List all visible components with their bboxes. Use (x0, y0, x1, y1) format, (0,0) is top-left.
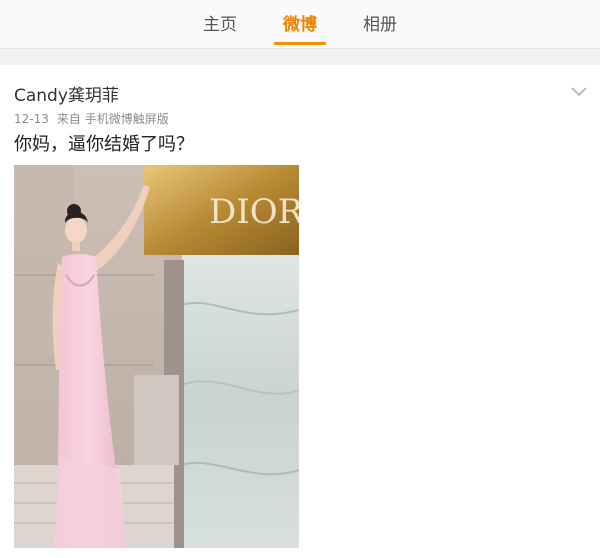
weibo-profile-page: 主页 微博 相册 Candy龚玥菲 12-13 来自 手机微博触屏版 你妈，逼你结… (0, 0, 600, 558)
chevron-down-icon[interactable] (570, 85, 588, 99)
post-photo[interactable]: DIOR (14, 165, 299, 548)
post-date: 12-13 (14, 112, 49, 126)
active-tab-indicator (274, 42, 326, 45)
post-card[interactable]: Candy龚玥菲 12-13 来自 手机微博触屏版 你妈，逼你结婚了吗？ DIO… (0, 65, 600, 558)
tab-weibo[interactable]: 微博 (280, 10, 320, 40)
post-source: 来自 手机微博触屏版 (56, 112, 169, 126)
post-meta: 12-13 来自 手机微博触屏版 (14, 111, 177, 127)
tab-home[interactable]: 主页 (200, 10, 240, 40)
tab-album[interactable]: 相册 (360, 10, 400, 40)
post-text: 你妈，逼你结婚了吗？ (14, 134, 194, 155)
sign-text: DIOR (209, 192, 299, 232)
post-author[interactable]: Candy龚玥菲 (14, 85, 119, 107)
tab-bar: 主页 微博 相册 (0, 0, 600, 48)
photo-illustration: DIOR (14, 165, 299, 548)
section-gap (0, 49, 600, 65)
